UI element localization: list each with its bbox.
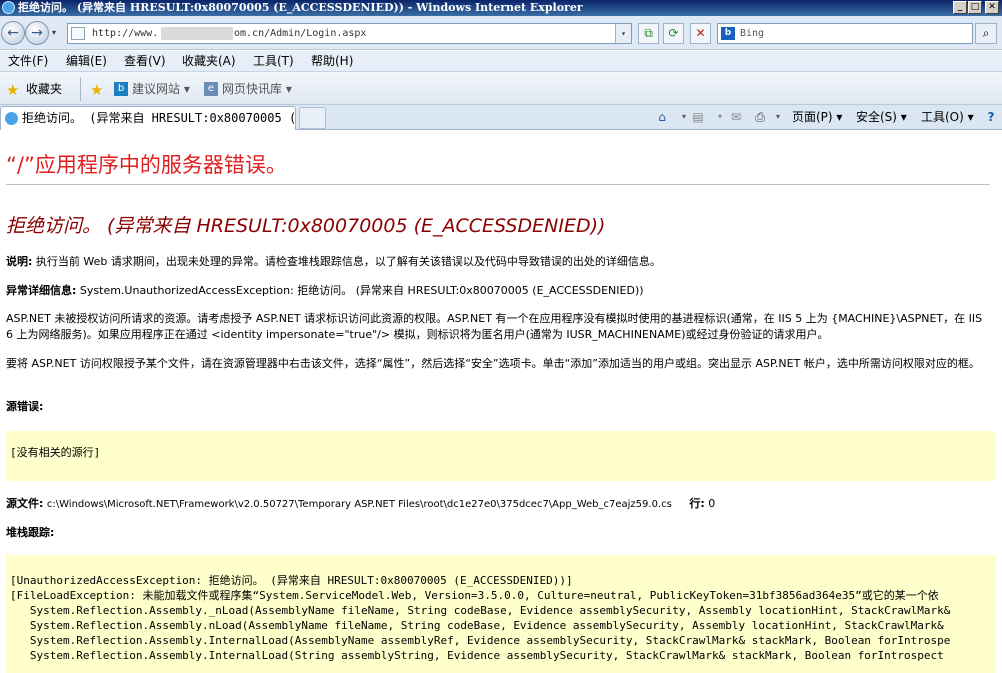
- stack-line: System.Reflection.Assembly.InternalLoad(…: [10, 634, 951, 647]
- stack-trace-heading: 堆栈跟踪:: [6, 525, 991, 541]
- menu-tools[interactable]: 工具(T): [253, 51, 294, 71]
- error-title: 拒绝访问。 (异常来自 HRESULT:0x80070005 (E_ACCESS…: [6, 215, 606, 237]
- address-dropdown-icon[interactable]: ▾: [615, 24, 631, 43]
- print-dropdown-icon[interactable]: ▾: [770, 109, 786, 125]
- menu-bar: 文件(F) 编辑(E) 查看(V) 收藏夹(A) 工具(T) 帮助(H): [0, 51, 1002, 71]
- home-icon[interactable]: ⌂: [654, 109, 670, 125]
- menu-edit[interactable]: 编辑(E): [66, 51, 107, 71]
- suggested-sites-link[interactable]: 建议网站 ▾: [132, 81, 190, 97]
- search-input[interactable]: b Bing: [717, 23, 973, 44]
- exception-details: 异常详细信息: System.UnauthorizedAccessExcepti…: [6, 283, 991, 299]
- tab-title: 拒绝访问。 (异常来自 HRESULT:0x80070005 (...: [22, 111, 318, 125]
- menu-view[interactable]: 查看(V): [124, 51, 166, 71]
- web-slice-gallery-icon: e: [204, 82, 218, 96]
- active-tab[interactable]: 拒绝访问。 (异常来自 HRESULT:0x80070005 (...: [0, 106, 318, 130]
- window-title: 拒绝访问。 (异常来自 HRESULT:0x80070005 (E_ACCESS…: [18, 1, 583, 14]
- maximize-button[interactable]: □: [968, 1, 982, 14]
- stack-trace-label: 堆栈跟踪:: [6, 526, 55, 539]
- refresh-button[interactable]: ⟳: [663, 23, 684, 44]
- line-value: 0: [708, 497, 716, 510]
- aspnet-permission-paragraph: ASP.NET 未被授权访问所请求的资源。请考虑授予 ASP.NET 请求标识访…: [6, 312, 983, 341]
- source-file-path: c:\Windows\Microsoft.NET\Framework\v2.0.…: [46, 499, 672, 510]
- help-icon[interactable]: ?: [983, 109, 999, 125]
- description-label: 说明:: [6, 255, 33, 268]
- search-button[interactable]: ⌕: [975, 23, 997, 44]
- description-text: 执行当前 Web 请求期间，出现未处理的异常。请检查堆栈跟踪信息，以了解有关该错…: [35, 255, 661, 268]
- menu-favorites[interactable]: 收藏夹(A): [182, 51, 236, 71]
- source-error-text: [没有相关的源行]: [10, 446, 101, 459]
- source-error-box: [没有相关的源行]: [6, 431, 996, 481]
- menu-file[interactable]: 文件(F): [8, 51, 48, 71]
- source-file-row: 源文件: c:\Windows\Microsoft.NET\Framework\…: [6, 496, 991, 513]
- forward-button[interactable]: →: [25, 21, 49, 45]
- favorites-separator: [80, 77, 81, 101]
- heading-divider: [6, 184, 990, 185]
- close-window-button[interactable]: ✕: [985, 1, 999, 14]
- grant-access-paragraph: 要将 ASP.NET 访问权限授予某个文件，请在资源管理器中右击该文件，选择“属…: [6, 357, 980, 370]
- stack-trace-box: [UnauthorizedAccessException: 拒绝访问。 (异常来…: [6, 555, 996, 673]
- read-mail-icon[interactable]: ✉: [728, 109, 744, 125]
- bing-icon: b: [721, 27, 735, 40]
- favorites-bar: ★ 收藏夹 ★ b 建议网站 ▾ e 网页快讯库 ▾: [0, 71, 1002, 105]
- tools-menu[interactable]: 工具(O) ▾: [921, 109, 974, 125]
- source-error-heading: 源错误:: [6, 399, 991, 415]
- source-file-label: 源文件:: [6, 497, 44, 510]
- add-favorite-icon[interactable]: ★: [90, 82, 106, 98]
- print-icon[interactable]: ⎙: [752, 109, 768, 125]
- favorites-button[interactable]: 收藏夹: [26, 81, 62, 97]
- stack-line: System.Reflection.Assembly._nLoad(Assemb…: [10, 604, 951, 617]
- feeds-dropdown-icon[interactable]: ▾: [712, 109, 728, 125]
- feeds-icon[interactable]: ▤: [690, 109, 706, 125]
- exception-label: 异常详细信息:: [6, 284, 77, 297]
- web-slice-gallery-link[interactable]: 网页快讯库 ▾: [222, 81, 292, 97]
- minimize-button[interactable]: _: [953, 1, 967, 14]
- stack-line: System.Reflection.Assembly.InternalLoad(…: [10, 649, 944, 662]
- stack-line: System.Reflection.Assembly.nLoad(Assembl…: [10, 619, 944, 632]
- favorites-star-icon: ★: [6, 81, 20, 99]
- menu-help[interactable]: 帮助(H): [311, 51, 353, 71]
- address-field[interactable]: http://www. om.cn/Admin/Login.aspx ▾: [67, 23, 632, 44]
- page-heading: “/”应用程序中的服务器错误。: [6, 153, 287, 177]
- line-label: 行:: [689, 497, 705, 510]
- url-suffix: om.cn/Admin/Login.aspx: [234, 28, 367, 39]
- description: 说明: 执行当前 Web 请求期间，出现未处理的异常。请检查堆栈跟踪信息，以了解…: [6, 254, 991, 270]
- stack-line: [FileLoadException: 未能加载文件或程序集“System.Se…: [10, 589, 939, 602]
- internet-explorer-icon: [2, 1, 15, 14]
- address-bar-toolbar: ← → ▾ http://www. om.cn/Admin/Login.aspx…: [0, 16, 1002, 50]
- page-content: “/”应用程序中的服务器错误。 拒绝访问。 (异常来自 HRESULT:0x80…: [0, 131, 1002, 673]
- page-icon: [71, 27, 85, 40]
- window-titlebar: 拒绝访问。 (异常来自 HRESULT:0x80070005 (E_ACCESS…: [0, 0, 1002, 16]
- suggested-sites-icon: b: [114, 82, 128, 96]
- url-prefix: http://www.: [92, 28, 159, 39]
- stack-line: [UnauthorizedAccessException: 拒绝访问。 (异常来…: [10, 574, 573, 587]
- back-button[interactable]: ←: [1, 21, 25, 45]
- compatibility-view-button[interactable]: ⧉: [638, 23, 659, 44]
- safety-menu[interactable]: 安全(S) ▾: [856, 109, 907, 125]
- tab-ie-icon: [5, 112, 18, 125]
- redacted-domain: [161, 27, 233, 40]
- stop-button[interactable]: ✕: [690, 23, 711, 44]
- search-placeholder: Bing: [740, 28, 765, 39]
- source-error-label: 源错误:: [6, 400, 44, 413]
- new-tab-button[interactable]: [299, 107, 326, 129]
- recent-pages-dropdown[interactable]: ▾: [52, 28, 60, 37]
- page-menu[interactable]: 页面(P) ▾: [792, 109, 842, 125]
- exception-text: System.UnauthorizedAccessException: 拒绝访问…: [79, 284, 644, 297]
- tab-command-bar: 拒绝访问。 (异常来自 HRESULT:0x80070005 (... ⌂ ▾ …: [0, 105, 1002, 130]
